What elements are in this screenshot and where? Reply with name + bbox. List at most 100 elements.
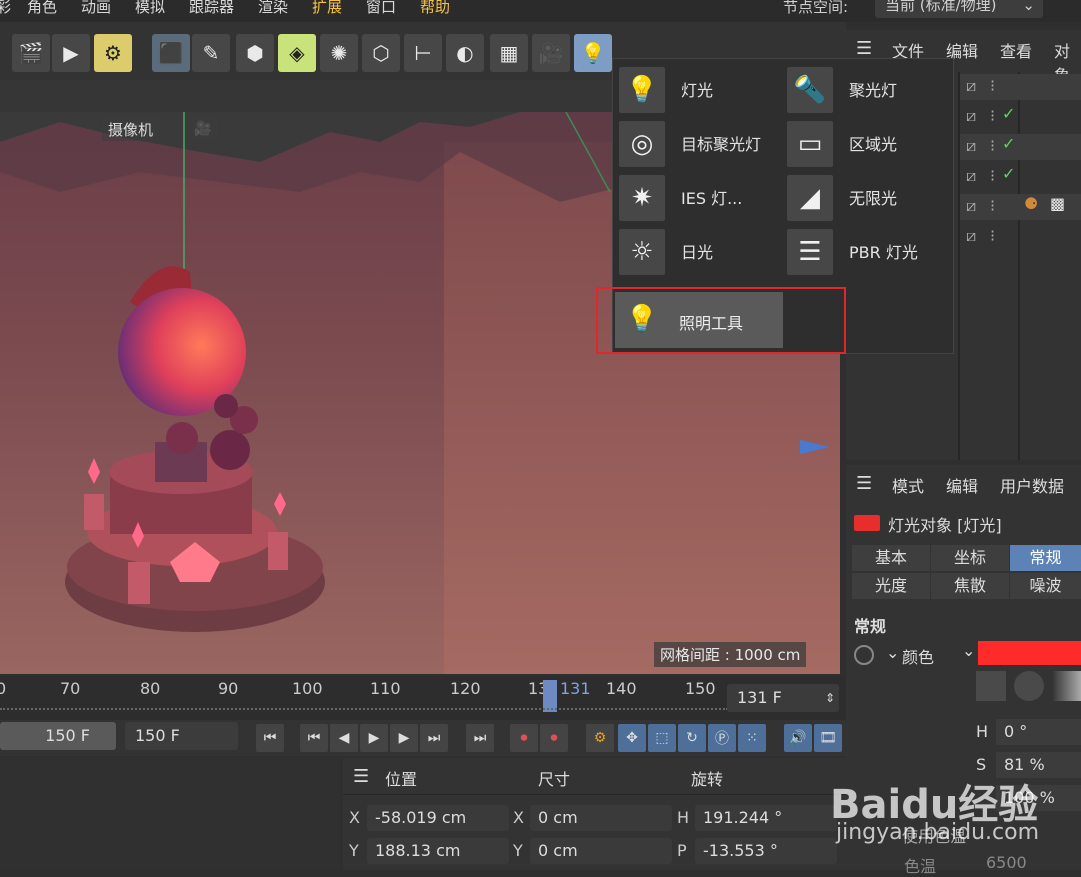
menu-item-area-light[interactable]: ▭ 区域光 <box>783 117 951 169</box>
subdivision-icon[interactable]: ⬢ <box>236 34 274 72</box>
timeline[interactable]: 0 70 80 90 100 110 120 13 131 140 150 13… <box>0 676 846 720</box>
hamburger-icon[interactable]: ☰ <box>856 473 872 494</box>
sound-icon[interactable]: 🔊 <box>784 724 812 752</box>
menu-item-render[interactable]: 渲染 <box>258 0 288 17</box>
menu-item-help[interactable]: 帮助 <box>420 0 450 17</box>
menu-item-tracker[interactable]: 跟踪器 <box>189 0 234 17</box>
hamburger-icon[interactable]: ☰ <box>353 766 369 787</box>
menu-item-light[interactable]: 💡 灯光 <box>615 63 783 115</box>
menu-item-extensions[interactable]: 扩展 <box>312 0 342 17</box>
color-slider-mode-icon[interactable] <box>976 671 1006 701</box>
cube-icon[interactable]: ⬛ <box>152 34 190 72</box>
attr-menu-userdata[interactable]: 用户数据 <box>1000 473 1064 497</box>
color-wheel-icon[interactable] <box>1014 671 1044 701</box>
film-icon[interactable]: 🎞 <box>814 724 842 752</box>
animate-toggle-icon[interactable] <box>854 645 874 665</box>
rotate-key-icon[interactable]: ↻ <box>678 724 706 752</box>
camera-mode-icon[interactable]: 🎥 <box>188 118 218 140</box>
menu-item-sun[interactable]: ☼ 日光 <box>615 225 783 277</box>
visibility-icon[interactable]: ⧄ <box>966 166 976 186</box>
tab-general[interactable]: 常规 <box>1010 545 1081 571</box>
grid-key-icon[interactable]: ⁙ <box>738 724 766 752</box>
size-x-field[interactable]: 0 cm <box>530 805 672 831</box>
checker-tag-icon[interactable]: ▩ <box>1050 194 1065 213</box>
visibility-icon[interactable]: ⧄ <box>966 136 976 156</box>
objmgr-menu-view[interactable]: 查看 <box>1000 38 1032 62</box>
array-icon[interactable]: ⬡ <box>362 34 400 72</box>
menu-item-ies-light[interactable]: ✷ IES 灯... <box>615 171 783 223</box>
render-view-icon[interactable]: ▶ <box>52 34 90 72</box>
tab-coordinates[interactable]: 坐标 <box>931 545 1009 571</box>
extrude-icon[interactable]: ◈ <box>278 34 316 72</box>
tab-photometric[interactable]: 光度 <box>852 573 930 599</box>
next-frame-icon[interactable]: ▶ <box>390 724 418 752</box>
tab-caustics[interactable]: 焦散 <box>931 573 1009 599</box>
position-y-field[interactable]: 188.13 cm <box>367 838 509 864</box>
check-icon[interactable]: ✓ <box>1002 104 1015 123</box>
menu-item-animate[interactable]: 动画 <box>81 0 111 17</box>
size-y-field[interactable]: 0 cm <box>530 838 672 864</box>
floor-icon[interactable]: ▦ <box>490 34 528 72</box>
rotation-p-field[interactable]: -13.553 ° <box>695 838 837 864</box>
next-key-icon[interactable]: ⏭ <box>420 724 448 752</box>
deformer-icon[interactable]: ◐ <box>446 34 484 72</box>
stepper-icon[interactable]: ⇕ <box>825 684 835 712</box>
tab-noise[interactable]: 噪波 <box>1010 573 1081 599</box>
menu-item[interactable]: 彩 <box>0 0 11 17</box>
hamburger-icon[interactable]: ☰ <box>856 38 872 59</box>
list-item[interactable]: ⧄ ⁝ <box>960 74 1081 100</box>
param-key-icon[interactable]: Ⓟ <box>708 724 736 752</box>
list-item[interactable]: ⧄ ⁝ ✓ <box>960 134 1081 160</box>
check-icon[interactable]: ✓ <box>1002 134 1015 153</box>
attr-menu-edit[interactable]: 编辑 <box>946 473 978 497</box>
menu-item-pbr-light[interactable]: ☰ PBR 灯光 <box>783 225 951 277</box>
play-icon[interactable]: ▶ <box>360 724 388 752</box>
go-to-start-icon[interactable]: ⏮ <box>256 724 284 752</box>
chevron-down-icon[interactable]: ⌄ <box>962 641 975 660</box>
h-field[interactable]: 0 ° <box>996 719 1081 745</box>
check-icon[interactable]: ✓ <box>1002 164 1015 183</box>
keyframe-settings-icon[interactable]: ⚙ <box>586 724 614 752</box>
rotation-h-field[interactable]: 191.244 ° <box>695 805 837 831</box>
color-swatch[interactable] <box>978 641 1081 665</box>
end-frame-field[interactable]: 150 F <box>125 722 238 750</box>
menu-item-simulate[interactable]: 模拟 <box>135 0 165 17</box>
tab-basic[interactable]: 基本 <box>852 545 930 571</box>
visibility-icon[interactable]: ⧄ <box>966 196 976 216</box>
bend-icon[interactable]: ⊢ <box>404 34 442 72</box>
target-spotlight-icon: ◎ <box>619 121 665 167</box>
visibility-icon[interactable]: ⧄ <box>966 106 976 126</box>
menu-item-spotlight[interactable]: 🔦 聚光灯 <box>783 63 951 115</box>
gradient-icon[interactable] <box>1052 671 1081 701</box>
camera-icon[interactable]: 🎥 <box>532 34 570 72</box>
menu-item-infinite-light[interactable]: ◢ 无限光 <box>783 171 951 223</box>
scale-key-icon[interactable]: ⬚ <box>648 724 676 752</box>
list-item[interactable]: ⧄ ⁝ <box>960 224 1081 250</box>
cloner-icon[interactable]: ✺ <box>320 34 358 72</box>
list-item[interactable]: ⧄ ⁝ ✓ <box>960 104 1081 130</box>
light-bulb-icon[interactable]: 💡 <box>574 34 612 72</box>
autokey-icon[interactable]: ⏺ <box>540 724 568 752</box>
go-to-end-icon[interactable]: ⏭ <box>466 724 494 752</box>
prev-key-icon[interactable]: ⏮ <box>300 724 328 752</box>
position-x-field[interactable]: -58.019 cm <box>367 805 509 831</box>
record-icon[interactable]: ⏺ <box>510 724 538 752</box>
material-icon[interactable]: ⚈ <box>1024 194 1038 213</box>
list-item[interactable]: ⧄ ⁝ ⚈ ▩ <box>960 194 1081 220</box>
pen-icon[interactable]: ✎ <box>192 34 230 72</box>
visibility-icon[interactable]: ⧄ <box>966 76 976 96</box>
clapper-icon[interactable]: 🎬 <box>12 34 50 72</box>
render-settings-icon[interactable]: ⚙ <box>94 34 132 72</box>
start-frame-field[interactable]: 150 F <box>0 722 116 750</box>
node-space-select[interactable]: 当前 (标准/物理) ⌄ <box>875 0 1043 18</box>
visibility-icon[interactable]: ⧄ <box>966 226 976 246</box>
list-item[interactable]: ⧄ ⁝ ✓ <box>960 164 1081 190</box>
chevron-down-icon[interactable]: ⌄ <box>886 643 899 662</box>
menu-item-target-spotlight[interactable]: ◎ 目标聚光灯 <box>615 117 783 169</box>
attr-menu-mode[interactable]: 模式 <box>892 473 924 497</box>
prev-frame-icon[interactable]: ◀ <box>330 724 358 752</box>
menu-item-character[interactable]: 角色 <box>27 0 57 17</box>
menu-item-window[interactable]: 窗口 <box>366 0 396 17</box>
current-frame-field[interactable]: 131 F ⇕ <box>727 684 839 712</box>
move-key-icon[interactable]: ✥ <box>618 724 646 752</box>
